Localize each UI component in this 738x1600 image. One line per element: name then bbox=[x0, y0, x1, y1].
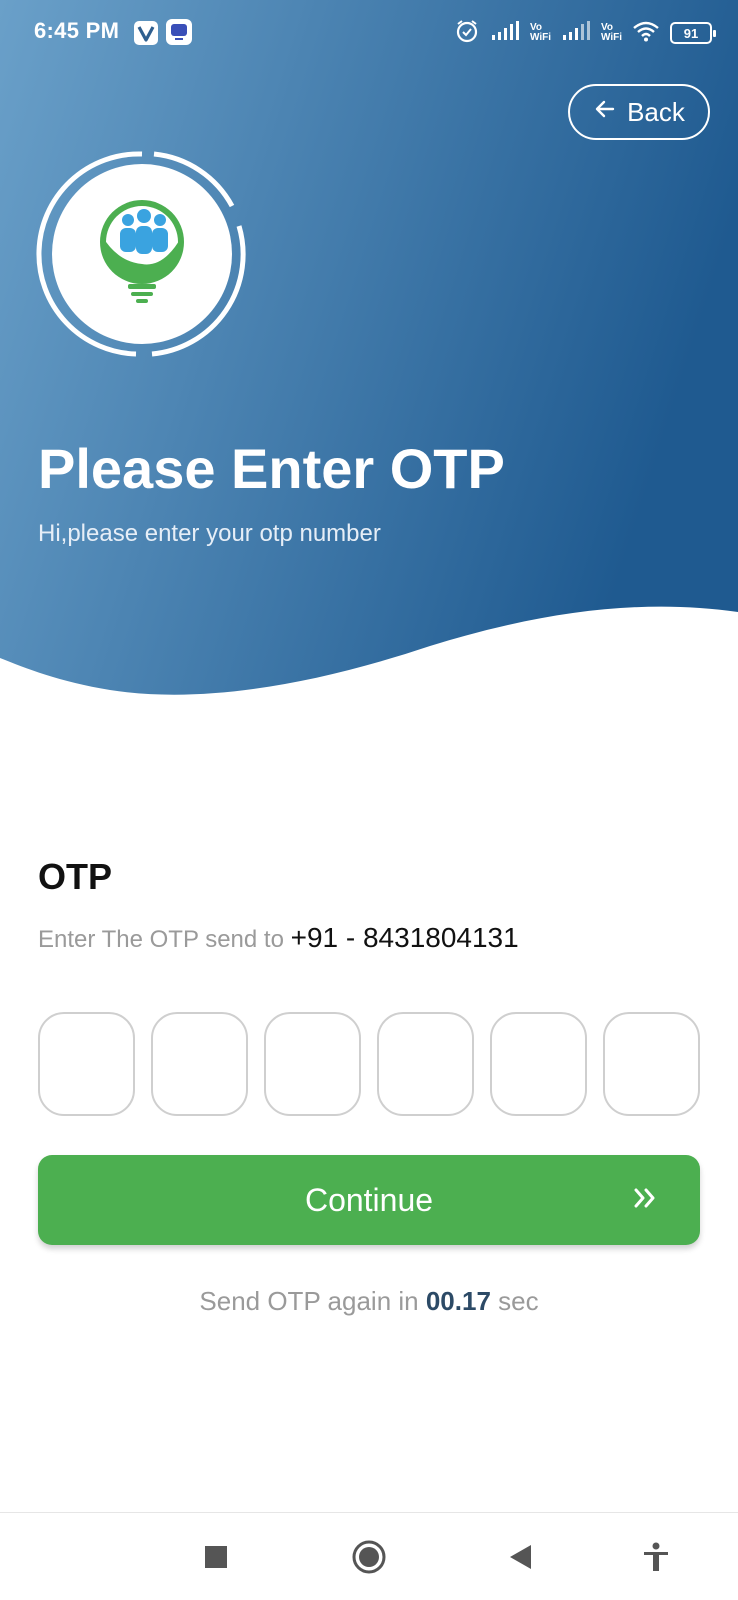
back-button-label: Back bbox=[627, 96, 685, 127]
otp-input-group bbox=[38, 1012, 700, 1116]
arrow-left-icon bbox=[593, 97, 617, 128]
resend-suffix: sec bbox=[490, 1286, 539, 1316]
back-button[interactable]: Back bbox=[568, 84, 710, 140]
page-title: Please Enter OTP bbox=[38, 437, 505, 500]
vowifi-icon: Vo WiFi bbox=[529, 22, 551, 43]
otp-digit-input[interactable] bbox=[603, 1012, 700, 1116]
otp-digit-input[interactable] bbox=[38, 1012, 135, 1116]
otp-send-to-text: Enter The OTP send to +91 - 8431804131 bbox=[38, 922, 519, 954]
accessibility-icon[interactable] bbox=[634, 1535, 678, 1579]
resend-otp-text: Send OTP again in 00.17 sec bbox=[0, 1286, 738, 1317]
page-subtitle: Hi,please enter your otp number bbox=[38, 520, 381, 547]
resend-prefix: Send OTP again in bbox=[199, 1286, 426, 1316]
back-triangle-icon[interactable] bbox=[498, 1535, 542, 1579]
resend-timer: 00.17 bbox=[425, 1286, 491, 1316]
wifi-icon bbox=[632, 20, 660, 47]
recents-square-icon[interactable] bbox=[194, 1535, 238, 1579]
app-logo bbox=[32, 144, 252, 364]
continue-button-label: Continue bbox=[304, 1181, 434, 1218]
otp-send-to-prefix: Enter The OTP send to bbox=[38, 926, 291, 953]
status-time: 6:45 PM bbox=[34, 18, 120, 43]
battery-icon: 91 bbox=[670, 22, 716, 44]
otp-heading: OTP bbox=[38, 856, 113, 897]
status-bar: 6:45 PM Vo WiFi Vo WiFi 91 bbox=[0, 0, 738, 66]
signal-icon bbox=[561, 20, 591, 46]
app-notification-icon bbox=[134, 21, 158, 45]
alarm-icon bbox=[454, 18, 480, 49]
status-icons: Vo WiFi Vo WiFi 91 bbox=[454, 18, 716, 49]
phone-number: +91 - 8431804131 bbox=[290, 922, 519, 953]
otp-digit-input[interactable] bbox=[490, 1012, 587, 1116]
app-notification-icon bbox=[166, 19, 192, 45]
otp-digit-input[interactable] bbox=[151, 1012, 248, 1116]
continue-button[interactable]: Continue bbox=[38, 1155, 700, 1245]
home-circle-icon[interactable] bbox=[347, 1535, 391, 1579]
otp-digit-input[interactable] bbox=[264, 1012, 361, 1116]
signal-icon bbox=[490, 20, 520, 46]
header-hero: 6:45 PM Vo WiFi Vo WiFi 91 Back Please E… bbox=[0, 0, 738, 700]
vowifi-icon: Vo WiFi bbox=[600, 22, 622, 43]
otp-digit-input[interactable] bbox=[377, 1012, 474, 1116]
system-nav-bar bbox=[0, 1512, 738, 1600]
double-chevron-right-icon bbox=[630, 1183, 660, 1218]
